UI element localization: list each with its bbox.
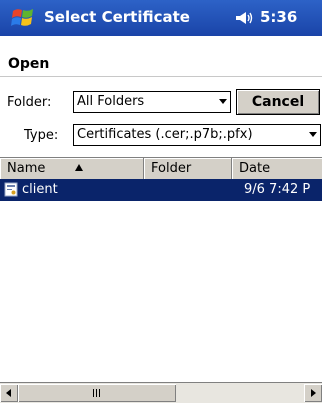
type-dropdown[interactable]: Certificates (.cer;.p7b;.pfx) — [73, 124, 321, 146]
list-item-name: client — [22, 182, 58, 197]
column-header-date-label: Date — [239, 161, 271, 176]
speaker-icon[interactable] — [235, 9, 255, 27]
folder-dropdown-value: All Folders — [77, 94, 145, 109]
title-bar: Select Certificate 5:36 — [0, 0, 322, 36]
grip-icon — [93, 389, 94, 397]
grip-icon — [99, 389, 100, 397]
folder-dropdown[interactable]: All Folders — [73, 91, 231, 113]
sort-ascending-icon — [75, 164, 83, 171]
list-item-date: 9/6 7:42 P — [244, 182, 311, 197]
list-item[interactable]: client 9/6 7:42 P — [0, 179, 322, 201]
type-label: Type: — [24, 128, 59, 143]
windows-flag-icon[interactable] — [10, 6, 36, 30]
chevron-down-icon — [309, 132, 317, 137]
cancel-button[interactable]: Cancel — [236, 89, 320, 115]
column-header-folder-label: Folder — [151, 161, 192, 176]
scroll-right-button[interactable] — [304, 384, 322, 402]
certificate-file-icon — [4, 182, 18, 197]
column-header-date[interactable]: Date — [232, 158, 322, 180]
list-header: Name Folder Date — [0, 157, 322, 181]
window-title: Select Certificate — [44, 8, 190, 26]
horizontal-scrollbar[interactable] — [0, 382, 322, 403]
clock[interactable]: 5:36 — [260, 8, 297, 26]
arrow-right-icon — [311, 389, 316, 397]
scroll-left-button[interactable] — [0, 384, 18, 402]
folder-label: Folder: — [7, 95, 52, 110]
open-label: Open — [8, 56, 50, 72]
chevron-down-icon — [219, 99, 227, 104]
column-header-name[interactable]: Name — [0, 158, 144, 180]
type-dropdown-value: Certificates (.cer;.p7b;.pfx) — [77, 127, 253, 142]
grip-icon — [96, 389, 97, 397]
arrow-left-icon — [6, 389, 11, 397]
column-header-folder[interactable]: Folder — [144, 158, 232, 180]
column-header-name-label: Name — [7, 161, 46, 176]
scrollbar-thumb[interactable] — [18, 384, 176, 402]
